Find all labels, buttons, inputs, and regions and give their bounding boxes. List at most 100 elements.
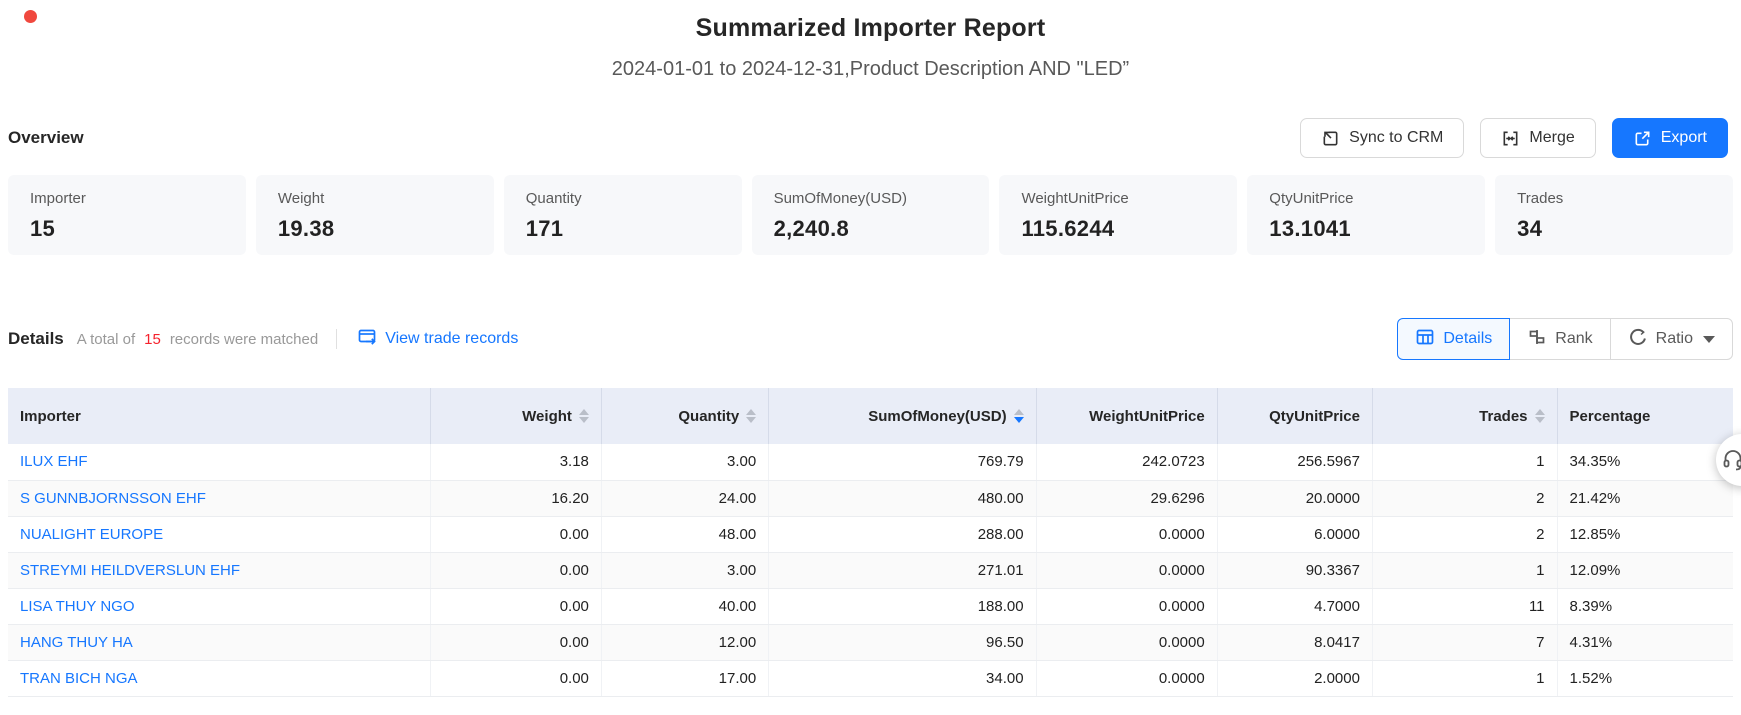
sort-icon[interactable] bbox=[746, 409, 756, 423]
sync-to-crm-button[interactable]: Sync to CRM bbox=[1300, 118, 1464, 158]
details-table: Importer Weight Quantity SumOfMoney(USD) Wei… bbox=[8, 388, 1733, 697]
page-subtitle: 2024-01-01 to 2024-12-31,Product Descrip… bbox=[0, 58, 1741, 81]
card-label: Quantity bbox=[526, 190, 720, 207]
importer-link[interactable]: STREYMI HEILDVERSLUN EHF bbox=[20, 562, 240, 579]
column-label: Importer bbox=[20, 408, 81, 425]
chevron-down-icon bbox=[1703, 336, 1715, 343]
table-row: S GUNNBJORNSSON EHF16.2024.00480.0029.62… bbox=[8, 480, 1733, 516]
cell-percentage: 1.52% bbox=[1557, 660, 1733, 696]
cell-sumofmoney-usd-: 96.50 bbox=[769, 624, 1036, 660]
view-trade-records-label: View trade records bbox=[385, 330, 518, 348]
cell-qtyunitprice: 6.0000 bbox=[1217, 516, 1372, 552]
importer-cell: LISA THUY NGO bbox=[8, 588, 431, 624]
card-value: 115.6244 bbox=[1021, 216, 1215, 242]
importer-link[interactable]: HANG THUY HA bbox=[20, 634, 133, 651]
table-row: ILUX EHF3.183.00769.79242.0723256.596713… bbox=[8, 444, 1733, 480]
cell-qtyunitprice: 90.3367 bbox=[1217, 552, 1372, 588]
cell-qtyunitprice: 8.0417 bbox=[1217, 624, 1372, 660]
matched-count: 15 bbox=[144, 331, 161, 348]
cell-percentage: 8.39% bbox=[1557, 588, 1733, 624]
cell-sumofmoney-usd-: 480.00 bbox=[769, 480, 1036, 516]
cell-qtyunitprice: 2.0000 bbox=[1217, 660, 1372, 696]
overview-card-quantity: Quantity171 bbox=[504, 175, 742, 255]
cell-sumofmoney-usd-: 34.00 bbox=[769, 660, 1036, 696]
cell-weightunitprice: 0.0000 bbox=[1036, 552, 1217, 588]
cell-sumofmoney-usd-: 271.01 bbox=[769, 552, 1036, 588]
column-label: Quantity bbox=[678, 408, 739, 425]
cell-trades: 2 bbox=[1372, 480, 1557, 516]
tab-label: Rank bbox=[1555, 330, 1592, 348]
importer-cell: S GUNNBJORNSSON EHF bbox=[8, 480, 431, 516]
importer-link[interactable]: ILUX EHF bbox=[20, 453, 88, 470]
merge-label: Merge bbox=[1529, 129, 1574, 147]
column-header-weight[interactable]: Weight bbox=[431, 388, 602, 444]
overview-card-trades: Trades 34 bbox=[1495, 175, 1733, 255]
importer-link[interactable]: S GUNNBJORNSSON EHF bbox=[20, 490, 206, 507]
table-row: STREYMI HEILDVERSLUN EHF0.003.00271.010.… bbox=[8, 552, 1733, 588]
cell-quantity: 17.00 bbox=[601, 660, 768, 696]
cell-weightunitprice: 0.0000 bbox=[1036, 516, 1217, 552]
table-row: HANG THUY HA0.0012.0096.500.00008.041774… bbox=[8, 624, 1733, 660]
importer-link[interactable]: NUALIGHT EUROPE bbox=[20, 526, 163, 543]
sort-icon[interactable] bbox=[579, 409, 589, 423]
export-icon bbox=[1633, 129, 1652, 148]
column-header-sumofmoney-usd-[interactable]: SumOfMoney(USD) bbox=[769, 388, 1036, 444]
cell-trades: 11 bbox=[1372, 588, 1557, 624]
sort-icon[interactable] bbox=[1014, 409, 1024, 423]
cell-quantity: 48.00 bbox=[601, 516, 768, 552]
column-header-quantity[interactable]: Quantity bbox=[601, 388, 768, 444]
ratio-icon bbox=[1628, 327, 1648, 352]
overview-card-sumofmoney-usd-: SumOfMoney(USD)2,240.8 bbox=[752, 175, 990, 255]
cell-weightunitprice: 0.0000 bbox=[1036, 588, 1217, 624]
cell-quantity: 3.00 bbox=[601, 552, 768, 588]
importer-cell: NUALIGHT EUROPE bbox=[8, 516, 431, 552]
cell-weightunitprice: 29.6296 bbox=[1036, 480, 1217, 516]
column-header-importer: Importer bbox=[8, 388, 431, 444]
view-trade-records-link[interactable]: View trade records bbox=[357, 327, 518, 352]
tab-details[interactable]: Details bbox=[1397, 318, 1510, 360]
cell-trades: 1 bbox=[1372, 444, 1557, 480]
cell-weight: 0.00 bbox=[431, 516, 602, 552]
sort-asc-caret bbox=[746, 409, 756, 415]
rank-icon bbox=[1527, 327, 1547, 352]
cell-weight: 3.18 bbox=[431, 444, 602, 480]
tab-ratio[interactable]: Ratio bbox=[1610, 318, 1733, 360]
importer-cell: ILUX EHF bbox=[8, 444, 431, 480]
details-bar: Details A total of 15 records were match… bbox=[8, 318, 1733, 360]
trade-records-icon bbox=[357, 327, 377, 352]
cell-trades: 2 bbox=[1372, 516, 1557, 552]
column-header-percentage: Percentage bbox=[1557, 388, 1733, 444]
column-label: Trades bbox=[1479, 408, 1527, 425]
column-header-weightunitprice: WeightUnitPrice bbox=[1036, 388, 1217, 444]
card-value: 19.38 bbox=[278, 216, 472, 242]
cell-qtyunitprice: 4.7000 bbox=[1217, 588, 1372, 624]
importer-link[interactable]: LISA THUY NGO bbox=[20, 598, 135, 615]
sort-icon[interactable] bbox=[1535, 409, 1545, 423]
overview-card-qtyunitprice: QtyUnitPrice13.1041 bbox=[1247, 175, 1485, 255]
details-title: Details bbox=[8, 329, 64, 349]
card-value: 34 bbox=[1517, 216, 1711, 242]
card-label: WeightUnitPrice bbox=[1021, 190, 1215, 207]
details-summary: Details A total of 15 records were match… bbox=[8, 327, 518, 352]
sync-to-crm-icon bbox=[1321, 129, 1340, 148]
merge-button[interactable]: Merge bbox=[1480, 118, 1595, 158]
overview-card-importer: Importer15 bbox=[8, 175, 246, 255]
tab-label: Details bbox=[1443, 330, 1492, 348]
overview-card-weightunitprice: WeightUnitPrice 115.6244 bbox=[999, 175, 1237, 255]
column-header-trades[interactable]: Trades bbox=[1372, 388, 1557, 444]
cell-percentage: 4.31% bbox=[1557, 624, 1733, 660]
column-label: WeightUnitPrice bbox=[1089, 408, 1205, 425]
cell-qtyunitprice: 256.5967 bbox=[1217, 444, 1372, 480]
export-button[interactable]: Export bbox=[1612, 118, 1728, 158]
card-label: Trades bbox=[1517, 190, 1711, 207]
sort-desc-caret bbox=[1535, 417, 1545, 423]
cell-percentage: 34.35% bbox=[1557, 444, 1733, 480]
cell-weightunitprice: 0.0000 bbox=[1036, 624, 1217, 660]
tab-rank[interactable]: Rank bbox=[1509, 318, 1610, 360]
overview-toolbar: Overview Sync to CRM Merge Export bbox=[0, 118, 1741, 158]
merge-icon bbox=[1501, 129, 1520, 148]
importer-link[interactable]: TRAN BICH NGA bbox=[20, 670, 138, 687]
table-row: TRAN BICH NGA0.0017.0034.000.00002.00001… bbox=[8, 660, 1733, 696]
table-grid-icon bbox=[1415, 327, 1435, 352]
cell-weight: 16.20 bbox=[431, 480, 602, 516]
